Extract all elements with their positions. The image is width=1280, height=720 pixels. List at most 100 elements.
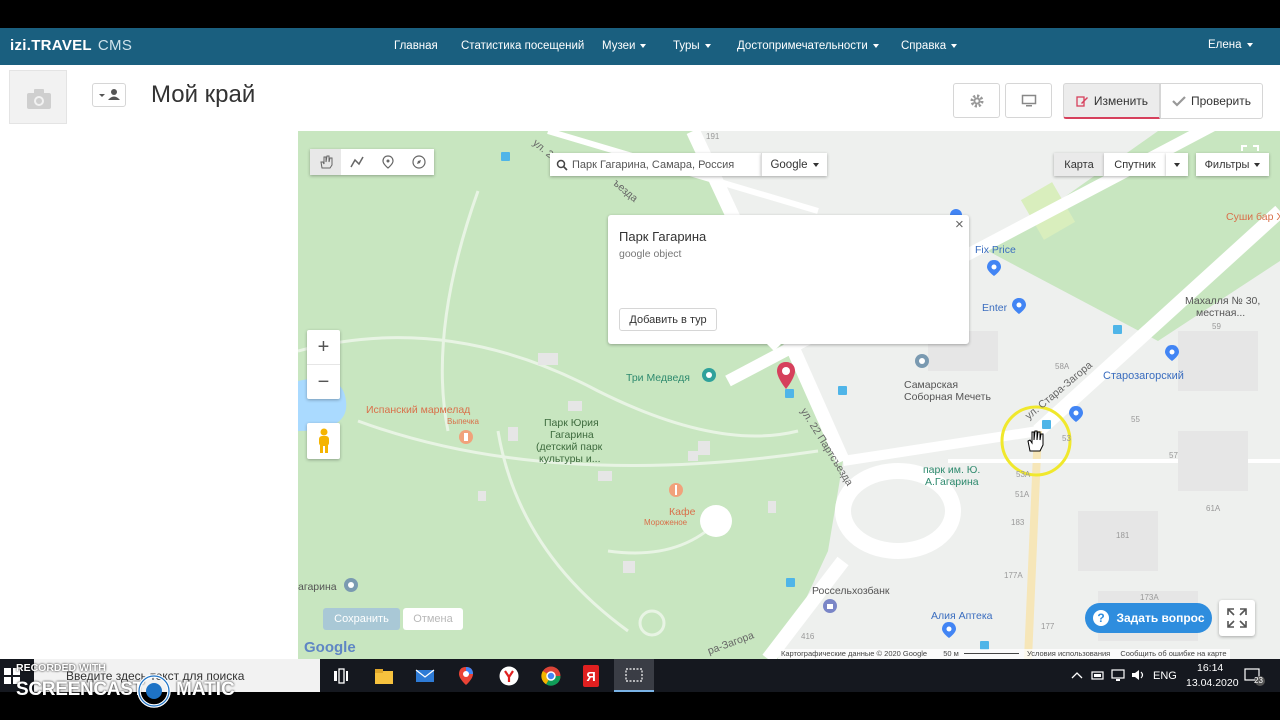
edit-button[interactable]: Изменить — [1063, 83, 1160, 119]
notifications-count: 23 — [1254, 676, 1263, 685]
yandex-icon[interactable]: Я — [583, 665, 599, 687]
report-link[interactable]: Сообщить об ошибке на карте — [1120, 649, 1226, 658]
file-explorer-icon[interactable] — [374, 667, 394, 685]
add-to-tour-button[interactable]: Добавить в тур — [619, 308, 717, 331]
filters-dropdown[interactable]: Фильтры — [1196, 153, 1269, 176]
compass-icon — [411, 155, 426, 169]
check-button[interactable]: Проверить — [1160, 83, 1263, 119]
mail-icon[interactable] — [415, 667, 435, 685]
bus-stop-icon[interactable] — [501, 152, 510, 161]
restaurant-icon[interactable] — [668, 482, 684, 498]
hand-icon — [319, 155, 332, 169]
shop-pin-icon[interactable] — [1011, 297, 1027, 315]
shop-pin-icon[interactable] — [1068, 405, 1084, 423]
watermark-matic: MATIC — [176, 679, 235, 700]
clock-time[interactable]: 16:14 — [1197, 662, 1223, 674]
close-icon[interactable]: × — [955, 216, 964, 233]
network-icon[interactable] — [1111, 668, 1125, 682]
map-type-map-button[interactable]: Карта — [1054, 153, 1104, 176]
user-icon — [99, 89, 120, 100]
task-view-icon[interactable] — [333, 668, 349, 684]
mosque-icon[interactable] — [914, 353, 930, 369]
ask-question-button[interactable]: ? Задать вопрос — [1085, 603, 1212, 633]
bakery-icon[interactable] — [458, 429, 474, 445]
place-icon[interactable] — [343, 577, 359, 593]
nav-statistics[interactable]: Статистика посещений — [461, 40, 584, 52]
battery-icon[interactable] — [1091, 669, 1105, 681]
street-view-pegman[interactable] — [307, 423, 340, 459]
chevron-down-icon — [951, 43, 958, 48]
left-panel — [0, 131, 298, 659]
edit-icon — [1076, 95, 1088, 107]
info-window: Парк Гагарина google object × Добавить в… — [608, 215, 969, 344]
map-num: 173А — [1140, 593, 1159, 602]
map-label-cafe: Кафе — [669, 506, 696, 518]
provider-dropdown[interactable]: Google — [761, 153, 827, 176]
maps-app-icon[interactable] — [457, 666, 475, 686]
map-type-satellite-button[interactable]: Спутник — [1104, 153, 1166, 176]
preview-button[interactable] — [1005, 83, 1052, 118]
map-num: 53А — [1016, 470, 1031, 479]
compass-tool[interactable] — [403, 149, 434, 175]
chevron-up-icon[interactable] — [1071, 670, 1083, 680]
map-label-park-yuri-2: Гагарина — [550, 429, 594, 441]
bus-stop-icon[interactable] — [786, 578, 795, 587]
route-tool[interactable] — [341, 149, 372, 175]
nav-museums[interactable]: Музеи — [602, 40, 647, 52]
user-menu[interactable]: Елена — [1208, 39, 1253, 51]
cancel-button[interactable]: Отмена — [403, 608, 463, 630]
owner-dropdown-button[interactable] — [92, 83, 126, 107]
terms-link[interactable]: Условия использования — [1027, 649, 1110, 658]
page-header: Мой край Изменить Проверить — [0, 65, 1280, 132]
map-num: 53 — [1062, 434, 1071, 443]
fullscreen-button[interactable] — [1219, 600, 1255, 636]
location-pin-icon[interactable] — [776, 361, 796, 391]
settings-button[interactable] — [953, 83, 1000, 118]
shop-pin-icon[interactable] — [1164, 344, 1180, 362]
map-search-field[interactable]: Парк Гагарина, Самара, Россия — [550, 153, 761, 176]
map-label-staro: Старозагорский — [1103, 370, 1184, 382]
fullscreen-corner-icon[interactable] — [1240, 144, 1260, 152]
svg-text:Я: Я — [586, 669, 595, 684]
map-num: 61А — [1206, 504, 1221, 513]
nav-help[interactable]: Справка — [901, 40, 958, 52]
chrome-icon[interactable] — [541, 666, 561, 686]
nav-tours[interactable]: Туры — [673, 40, 711, 52]
map-type-dropdown[interactable] — [1166, 153, 1188, 176]
popup-tail — [766, 343, 782, 351]
zoom-out-button[interactable]: − — [307, 365, 340, 399]
gear-icon — [970, 94, 983, 107]
camera-icon — [27, 89, 51, 109]
save-button[interactable]: Сохранить — [323, 608, 400, 630]
poi-icon[interactable] — [701, 367, 717, 383]
nav-attractions[interactable]: Достопримечательности — [737, 40, 879, 52]
pharmacy-pin-icon[interactable] — [941, 621, 957, 639]
pan-tool[interactable] — [310, 149, 341, 175]
marker-tool[interactable] — [372, 149, 403, 175]
clock-date[interactable]: 13.04.2020 — [1186, 677, 1239, 689]
watermark-screencast: SCREENCAST — [16, 679, 144, 700]
chevron-down-icon — [812, 162, 819, 167]
bus-stop-icon[interactable] — [838, 386, 847, 395]
nav-home[interactable]: Главная — [394, 40, 438, 52]
shop-pin-icon[interactable] — [986, 259, 1002, 277]
map-label-spanish: Испанский мармелад — [366, 404, 471, 416]
map-num: 177А — [1004, 571, 1023, 580]
yandex-browser-icon[interactable] — [499, 666, 519, 686]
chevron-down-icon — [704, 43, 711, 48]
bus-stop-icon[interactable] — [1113, 325, 1122, 334]
map-label-park-yuri: Парк Юрия — [544, 417, 599, 429]
bank-icon[interactable] — [822, 598, 838, 614]
cover-image-placeholder[interactable] — [9, 70, 67, 124]
search-input-value[interactable]: Парк Гагарина, Самара, Россия — [572, 159, 734, 171]
input-language[interactable]: ENG — [1153, 670, 1177, 682]
app-logo[interactable]: izi.TRAVEL CMS — [10, 37, 132, 54]
map-view[interactable]: Три Медведя Парк Юрия Гагарина (детский … — [298, 131, 1280, 659]
map-label-mosque-2: Соборная Мечеть — [904, 391, 991, 403]
map-label-makhalla-1: Махалля № 30, — [1185, 295, 1261, 307]
bus-stop-icon[interactable] — [1042, 420, 1051, 429]
map-num: 183 — [1011, 518, 1025, 527]
screen-recorder-active[interactable] — [614, 659, 654, 692]
zoom-in-button[interactable]: + — [307, 330, 340, 365]
volume-icon[interactable] — [1131, 668, 1145, 682]
